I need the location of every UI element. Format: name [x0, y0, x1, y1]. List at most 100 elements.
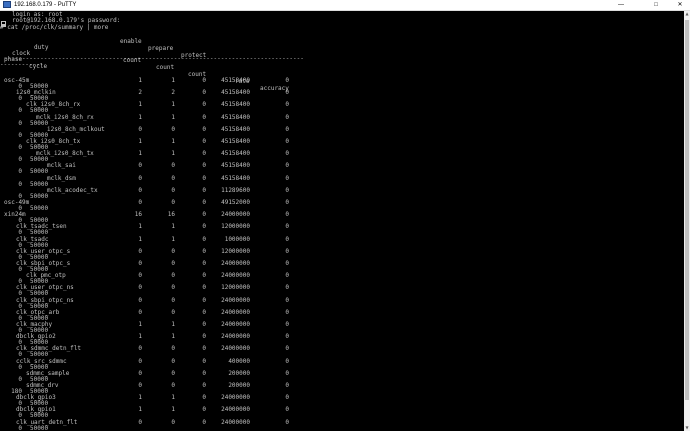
clock-duty-cycle: 50000 [30, 205, 49, 212]
protect-count: 0 [202, 284, 206, 291]
clock-phase: 0 [18, 412, 22, 419]
clock-rate: 45158400 [221, 175, 250, 182]
protect-count: 0 [202, 114, 206, 121]
clock-accuracy: 0 [285, 223, 289, 230]
clock-name: i2s0_8ch_mclkout [47, 126, 105, 133]
protect-count: 0 [202, 162, 206, 169]
protect-count: 0 [202, 382, 206, 389]
clock-duty-cycle: 50000 [30, 168, 49, 175]
clock-rate: 45158400 [221, 114, 250, 121]
prepare-count: 0 [171, 272, 175, 279]
protect-count: 0 [202, 394, 206, 401]
clock-accuracy: 0 [285, 394, 289, 401]
prepare-count: 1 [171, 236, 175, 243]
clock-phase: 0 [18, 168, 22, 175]
prepare-count: 0 [171, 162, 175, 169]
protect-count: 0 [202, 199, 206, 206]
prepare-count: 0 [171, 370, 175, 377]
prepare-count: 1 [171, 406, 175, 413]
terminal-output[interactable]: login as: root root@192.168.0.179's pass… [0, 11, 684, 431]
clock-rate: 24000000 [221, 333, 250, 340]
clock-phase: 0 [18, 364, 22, 371]
enable-count: 0 [138, 260, 142, 267]
enable-count: 0 [138, 126, 142, 133]
clock-accuracy: 0 [285, 211, 289, 218]
clock-duty-cycle: 50000 [30, 107, 49, 114]
enable-count: 1 [138, 77, 142, 84]
enable-count: 1 [138, 236, 142, 243]
clock-rate: 45158400 [221, 101, 250, 108]
vertical-scrollbar[interactable]: ▲ ▼ [684, 11, 690, 431]
clock-phase: 0 [18, 266, 22, 273]
clock-rate: 45158400 [221, 150, 250, 157]
clock-phase: 0 [18, 95, 22, 102]
clock-duty-cycle: 50000 [30, 290, 49, 297]
clock-rate: 200000 [228, 382, 250, 389]
clock-phase: 0 [18, 290, 22, 297]
clock-accuracy: 0 [285, 358, 289, 365]
prepare-count: 0 [171, 175, 175, 182]
prepare-count: 1 [171, 394, 175, 401]
clock-accuracy: 0 [285, 248, 289, 255]
clock-phase: 0 [18, 376, 22, 383]
prepare-count: 1 [171, 138, 175, 145]
prepare-count: 0 [171, 284, 175, 291]
protect-count: 0 [202, 101, 206, 108]
prepare-count: 1 [171, 321, 175, 328]
protect-count: 0 [202, 272, 206, 279]
clock-duty-cycle: 50000 [30, 120, 49, 127]
clock-accuracy: 0 [285, 162, 289, 169]
header-duty: duty [34, 44, 49, 51]
enable-count: 0 [138, 187, 142, 194]
close-button[interactable]: ✕ [670, 0, 690, 10]
clock-rate: 11289600 [221, 187, 250, 194]
clock-phase: 0 [18, 107, 22, 114]
protect-count: 0 [202, 126, 206, 133]
enable-count: 0 [138, 419, 142, 426]
protect-count: 0 [202, 419, 206, 426]
clock-rate: 24000000 [221, 394, 250, 401]
protect-count: 0 [202, 89, 206, 96]
clock-accuracy: 0 [285, 333, 289, 340]
enable-count: 0 [138, 199, 142, 206]
scroll-down-arrow-icon[interactable]: ▼ [684, 425, 690, 431]
clock-accuracy: 0 [285, 321, 289, 328]
protect-count: 0 [202, 211, 206, 218]
prepare-count: 0 [171, 248, 175, 255]
clock-duty-cycle: 50000 [30, 181, 49, 188]
minimize-button[interactable]: — [611, 0, 631, 10]
session-icon [1, 12, 6, 27]
prepare-count: 1 [171, 114, 175, 121]
clock-rate: 24000000 [221, 297, 250, 304]
clock-rate: 49152000 [221, 199, 250, 206]
scroll-up-arrow-icon[interactable]: ▲ [684, 11, 690, 17]
clock-duty-cycle: 50000 [30, 193, 49, 200]
clock-phase: 0 [18, 156, 22, 163]
clock-phase: 0 [18, 132, 22, 139]
prepare-count: 0 [171, 260, 175, 267]
putty-app-icon[interactable] [3, 1, 11, 8]
clock-accuracy: 0 [285, 175, 289, 182]
scroll-thumb[interactable] [685, 20, 689, 400]
enable-count: 16 [134, 211, 142, 218]
clock-name: mclk_dsm [47, 175, 76, 182]
enable-count: 0 [138, 309, 142, 316]
prepare-count: 1 [171, 223, 175, 230]
clock-rate: 45158400 [221, 138, 250, 145]
prepare-count: 2 [171, 89, 175, 96]
header-prepare: prepare [148, 45, 174, 52]
clock-rate: 200000 [228, 370, 250, 377]
protect-count: 0 [202, 77, 206, 84]
protect-count: 0 [202, 345, 206, 352]
protect-count: 0 [202, 150, 206, 157]
prepare-count: 0 [171, 419, 175, 426]
clock-phase: 0 [18, 181, 22, 188]
enable-count: 1 [138, 150, 142, 157]
protect-count: 0 [202, 260, 206, 267]
prepare-count: 0 [171, 358, 175, 365]
maximize-button[interactable]: □ [646, 0, 666, 10]
protect-count: 0 [202, 248, 206, 255]
clock-accuracy: 0 [285, 199, 289, 206]
prepare-count: 0 [171, 126, 175, 133]
header-rule-wrap: ------------ [0, 61, 44, 68]
